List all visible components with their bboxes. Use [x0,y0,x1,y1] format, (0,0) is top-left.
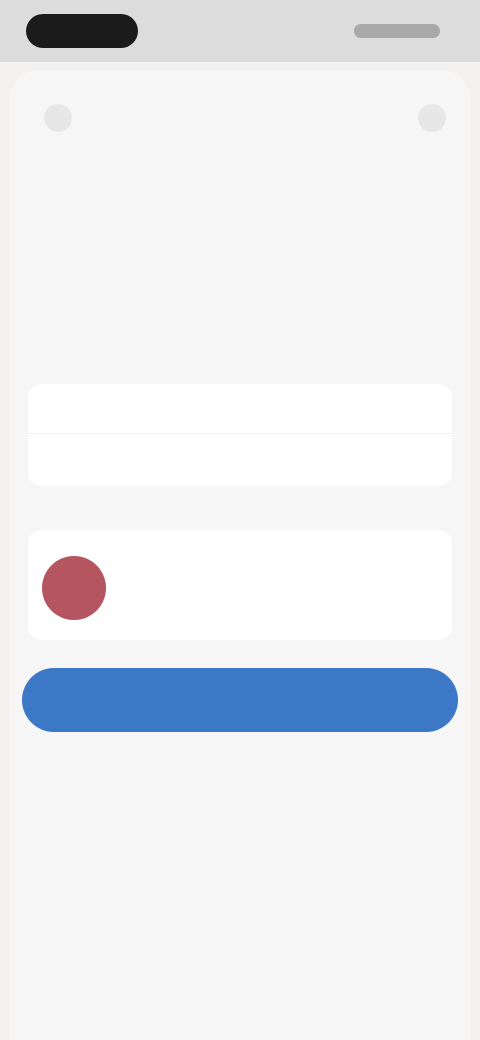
secondary-action-link[interactable] [200,772,280,792]
notice-link[interactable] [138,598,298,616]
summary-row [28,434,452,484]
header-left-button[interactable] [44,104,72,132]
page-subtitle [40,330,440,352]
summary-row [28,384,452,434]
status-bar-icons [354,24,440,38]
status-bar [0,0,480,62]
page-title [100,262,380,302]
notice-avatar [42,556,106,620]
header-right-button[interactable] [418,104,446,132]
primary-action-button[interactable] [22,668,458,732]
notice-text [138,548,428,588]
summary-card [28,384,452,486]
status-bar-pill [26,14,138,48]
